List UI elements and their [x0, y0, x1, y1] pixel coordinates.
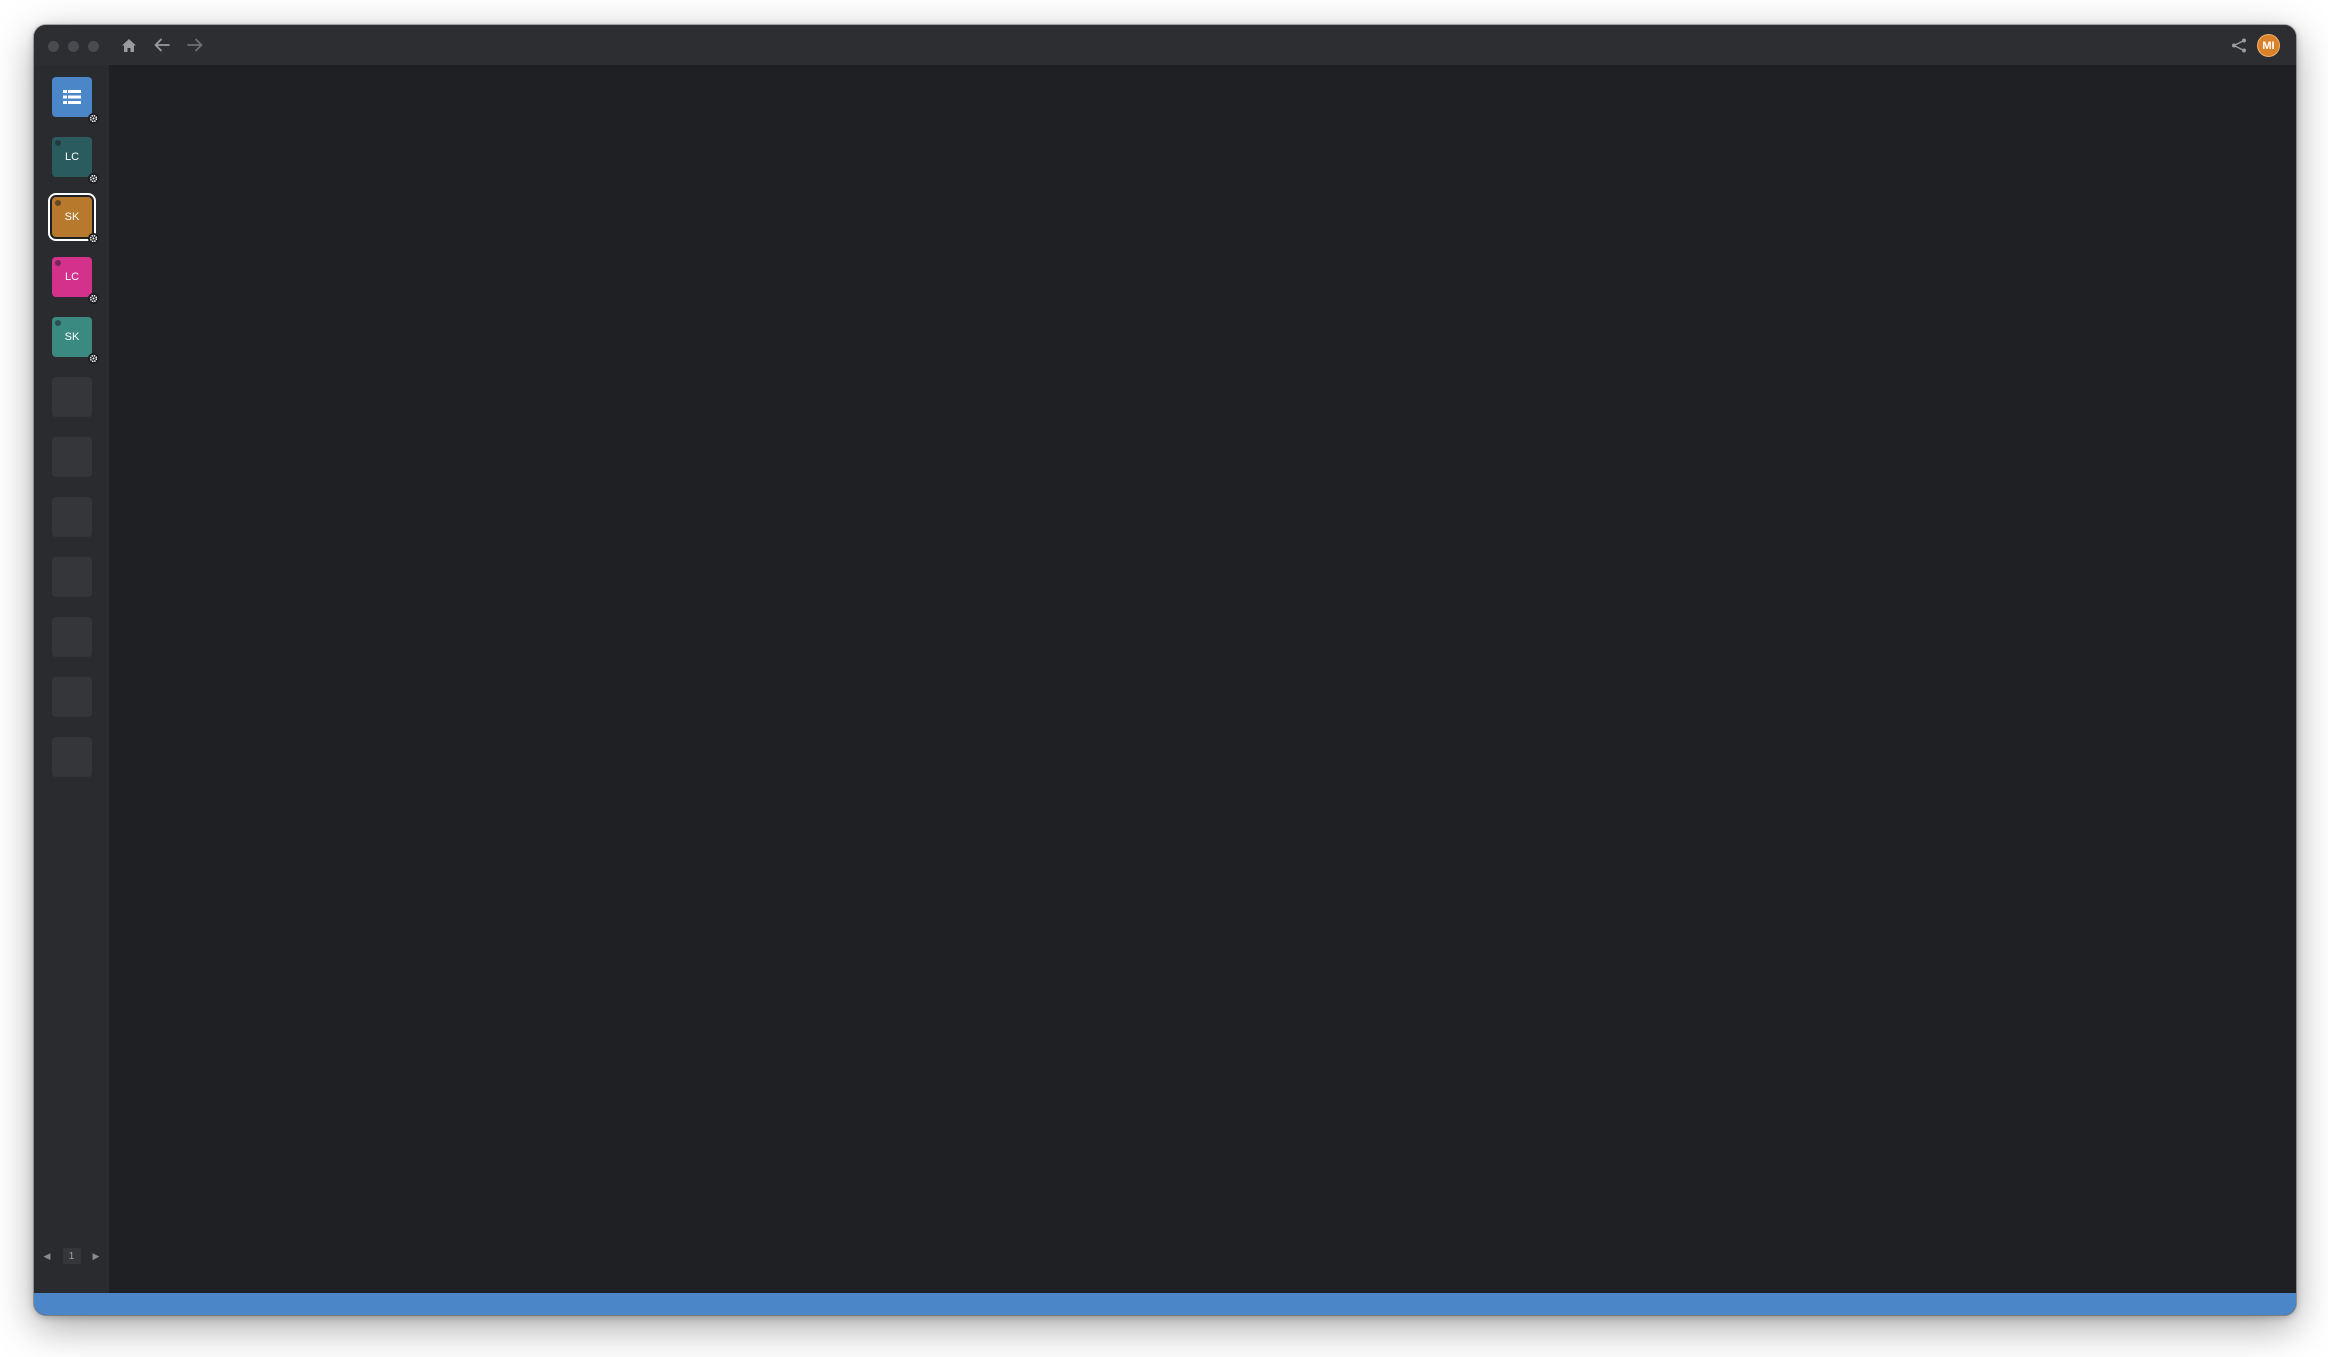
- workspace-initials: LC: [64, 271, 80, 283]
- empty-workspace-slot[interactable]: [52, 737, 92, 777]
- app-window: MI LC SK LC SK ◀ 1 ▶: [34, 25, 2296, 1315]
- sidebar-workspace-tile[interactable]: LC: [52, 257, 99, 304]
- minimize-window-button[interactable]: [68, 41, 79, 52]
- gear-icon[interactable]: [88, 293, 99, 304]
- empty-workspace-slot[interactable]: [52, 437, 92, 477]
- triangle-left-icon[interactable]: ◀: [39, 1248, 55, 1264]
- share-icon[interactable]: [2228, 34, 2250, 56]
- empty-workspace-slot[interactable]: [52, 617, 92, 657]
- gear-icon[interactable]: [88, 113, 99, 124]
- empty-workspace-slot[interactable]: [52, 677, 92, 717]
- sidebar-workspace-tile[interactable]: SK: [52, 317, 99, 364]
- main-content-area: [109, 65, 2296, 1293]
- workspace-sidebar: LC SK LC SK ◀ 1 ▶: [34, 65, 109, 1293]
- triangle-right-icon[interactable]: ▶: [88, 1248, 104, 1264]
- status-bar: [34, 1293, 2296, 1315]
- sidebar-pager: ◀ 1 ▶: [34, 1245, 109, 1267]
- status-dot: [55, 260, 61, 266]
- sidebar-workspace-tile-selected[interactable]: SK: [52, 197, 99, 244]
- workspace-initials: LC: [64, 151, 80, 163]
- title-bar: MI: [34, 25, 2296, 65]
- list-icon: [63, 90, 81, 104]
- gear-icon[interactable]: [88, 233, 99, 244]
- empty-workspace-slot[interactable]: [52, 557, 92, 597]
- status-dot: [55, 320, 61, 326]
- user-avatar[interactable]: MI: [2257, 34, 2280, 57]
- page-number: 1: [62, 1248, 81, 1264]
- workspace-initials: SK: [64, 211, 80, 223]
- arrow-right-icon[interactable]: [184, 34, 206, 56]
- gear-icon[interactable]: [88, 173, 99, 184]
- status-dot: [55, 200, 61, 206]
- close-window-button[interactable]: [48, 41, 59, 52]
- arrow-left-icon[interactable]: [151, 34, 173, 56]
- status-dot: [55, 140, 61, 146]
- sidebar-workspace-tile[interactable]: LC: [52, 137, 99, 184]
- empty-workspace-slot[interactable]: [52, 497, 92, 537]
- gear-icon[interactable]: [88, 353, 99, 364]
- maximize-window-button[interactable]: [88, 41, 99, 52]
- sidebar-app-tile[interactable]: [52, 77, 99, 124]
- home-icon[interactable]: [118, 34, 140, 56]
- empty-workspace-slot[interactable]: [52, 377, 92, 417]
- workspace-initials: SK: [64, 331, 80, 343]
